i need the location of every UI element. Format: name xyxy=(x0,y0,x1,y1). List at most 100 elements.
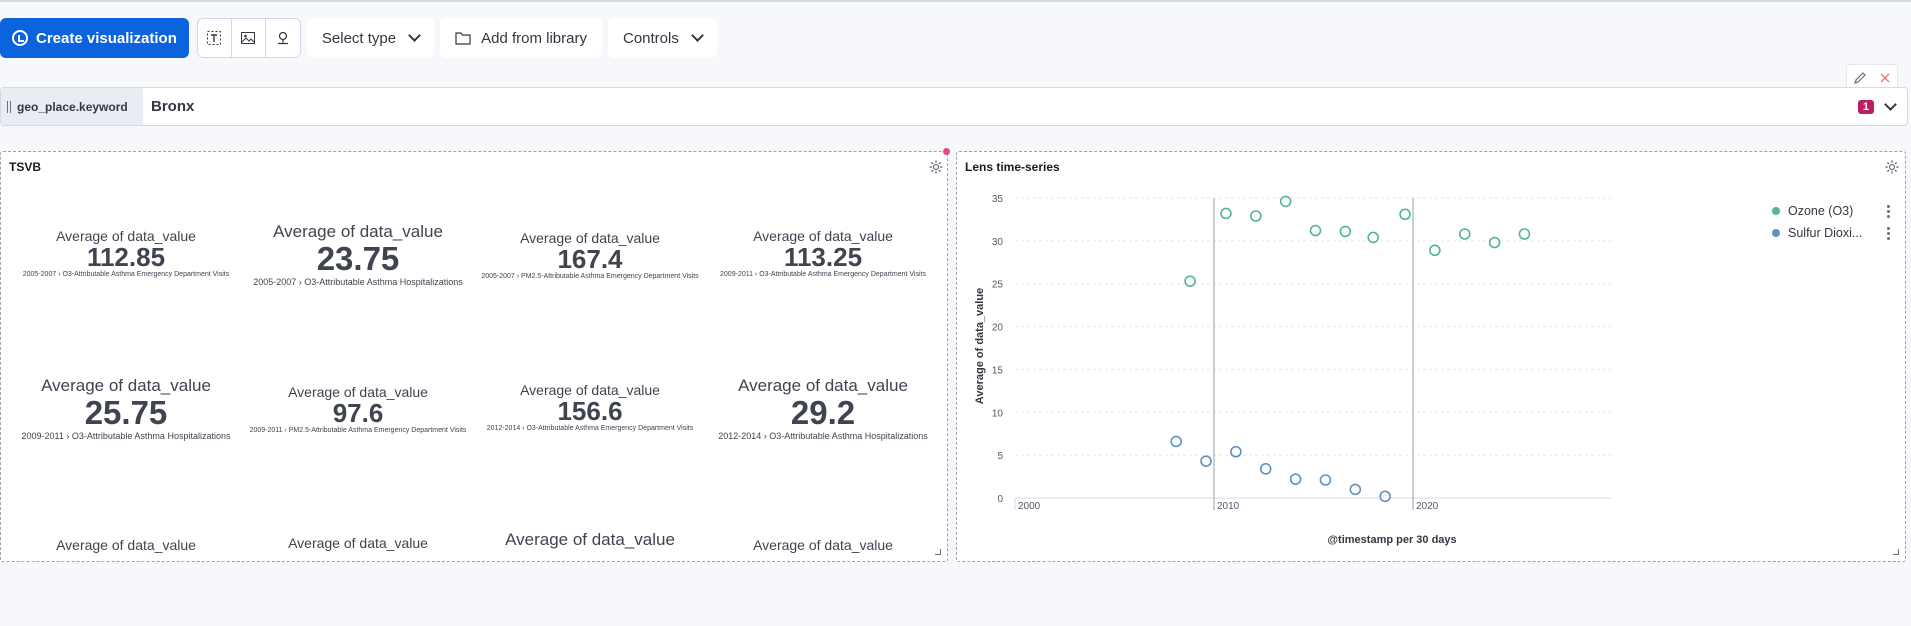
text-icon xyxy=(207,31,222,45)
metric-item: Average of data_value 113.25 2009-2011 ›… xyxy=(720,228,926,278)
legend-item-ozone[interactable]: Ozone (O3) xyxy=(1772,200,1890,222)
map-panel-button[interactable] xyxy=(266,19,300,57)
gear-icon xyxy=(929,160,943,174)
series-color-swatch xyxy=(1772,229,1780,237)
top-border xyxy=(0,0,1911,2)
metric-label: Average of data_value xyxy=(41,376,211,395)
controls-button[interactable]: Controls xyxy=(607,18,717,58)
tsvb-panel: TSVB Average of data_value 112.85 2005-2… xyxy=(0,151,948,562)
folder-icon xyxy=(455,32,471,45)
data-point xyxy=(1319,474,1332,486)
data-point xyxy=(1349,483,1362,496)
legend-actions-icon[interactable] xyxy=(1886,204,1890,218)
metric-item: Average of data_value 156.6 2012-2014 › … xyxy=(487,382,693,432)
metric-sublabel: 2005-2007 › O3-Attributable Asthma Hospi… xyxy=(253,276,463,287)
chevron-down-icon xyxy=(690,29,704,42)
metric-value: 113.25 xyxy=(783,242,863,272)
data-point xyxy=(1367,231,1380,244)
metric-item: Average of data_value 112.85 2005-2007 ›… xyxy=(23,228,229,278)
image-panel-button[interactable] xyxy=(232,19,266,57)
drag-handle-icon[interactable] xyxy=(7,100,11,113)
controls-label: Controls xyxy=(622,29,679,47)
data-point xyxy=(1429,244,1441,257)
metric-sublabel: 2005-2007 › PM2.5-Attributable Asthma Em… xyxy=(481,273,699,281)
metric-item: Average of data_value 29.2 2012-2014 › O… xyxy=(718,376,928,441)
metric-label: Average of data_value xyxy=(738,376,908,395)
control-field-label: geo_place.keyword xyxy=(1,88,143,125)
control-field-name: geo_place.keyword xyxy=(17,99,128,114)
series-color-swatch xyxy=(1772,207,1780,215)
selected-option-value[interactable]: Bronx xyxy=(151,98,194,115)
y-tick-label: 15 xyxy=(992,365,1004,376)
selection-count-badge: 1 xyxy=(1857,99,1874,114)
data-point xyxy=(1289,473,1302,485)
visualize-icon xyxy=(12,30,28,46)
legend-label: Sulfur Dioxi... xyxy=(1788,226,1863,240)
data-point xyxy=(1458,228,1471,240)
control-status: 1 xyxy=(1857,98,1897,114)
resize-handle[interactable] xyxy=(935,549,941,555)
data-point xyxy=(1249,210,1262,222)
y-axis-label: Average of data_value xyxy=(974,288,986,404)
data-point xyxy=(1379,490,1391,503)
metric-sublabel: 2009-2011 › O3-Attributable Asthma Emerg… xyxy=(720,271,926,279)
resize-handle[interactable] xyxy=(1893,549,1899,555)
x-tick-label: 2020 xyxy=(1416,501,1439,512)
data-point xyxy=(1220,207,1232,220)
metric-label: Average of data_value xyxy=(288,535,428,551)
select-type-button[interactable]: Select type xyxy=(306,18,435,58)
data-point xyxy=(1339,225,1352,238)
quick-add-group xyxy=(196,18,301,58)
y-tick-label: 30 xyxy=(992,237,1004,248)
y-tick-label: 35 xyxy=(992,194,1004,205)
data-point xyxy=(1170,435,1182,448)
create-visualization-label: Create visualization xyxy=(36,29,177,47)
metric-item: Average of data_value 167.4 2005-2007 › … xyxy=(481,230,698,280)
metric-sublabel: 2005-2007 › O3-Attributable Asthma Emerg… xyxy=(22,271,230,279)
text-panel-button[interactable] xyxy=(198,19,232,57)
metric-value: 112.85 xyxy=(86,242,166,272)
data-point xyxy=(1309,224,1322,237)
metric-sublabel: 2009-2011 › PM2.5-Attributable Asthma Em… xyxy=(249,427,467,435)
metric-item: Average of data_value 97.6 2009-2011 › P… xyxy=(250,384,467,434)
close-icon[interactable] xyxy=(1879,72,1891,84)
metric-item: Average of data_value xyxy=(56,537,196,553)
notification-dot xyxy=(943,148,950,155)
x-tick-label: 2000 xyxy=(1018,501,1041,512)
metric-value: 97.6 xyxy=(332,398,384,428)
add-from-library-button[interactable]: Add from library xyxy=(440,18,602,58)
x-tick-label: 2010 xyxy=(1217,501,1240,512)
legend-item-sulfur-dioxide[interactable]: Sulfur Dioxi... xyxy=(1772,222,1890,244)
panel-title: TSVB xyxy=(9,160,42,174)
metric-value: 23.75 xyxy=(316,240,400,277)
options-list-control[interactable]: geo_place.keyword Bronx 1 xyxy=(0,87,1908,126)
chart-legend: Ozone (O3) Sulfur Dioxi... xyxy=(1772,200,1890,244)
data-point xyxy=(1399,208,1411,221)
metric-item: Average of data_value xyxy=(505,530,675,550)
y-tick-label: 25 xyxy=(992,280,1004,291)
metric-value: 25.75 xyxy=(84,394,168,431)
metric-value: 29.2 xyxy=(790,394,856,431)
chevron-down-icon[interactable] xyxy=(1884,98,1897,111)
metric-sublabel: 2009-2011 › O3-Attributable Asthma Hospi… xyxy=(21,430,231,441)
panel-options-button[interactable] xyxy=(925,156,947,178)
create-visualization-button[interactable]: Create visualization xyxy=(0,18,189,58)
metric-label: Average of data_value xyxy=(273,222,443,241)
y-tick-label: 5 xyxy=(997,451,1003,462)
data-point xyxy=(1184,275,1196,287)
data-point xyxy=(1488,236,1501,249)
metric-value: 156.6 xyxy=(557,396,623,426)
image-icon xyxy=(241,32,256,44)
metric-item: Average of data_value 25.75 2009-2011 › … xyxy=(22,376,231,441)
map-pin-icon xyxy=(277,31,288,45)
legend-actions-icon[interactable] xyxy=(1886,226,1890,240)
select-type-label: Select type xyxy=(321,29,397,47)
data-point xyxy=(1259,463,1272,475)
edit-icon[interactable] xyxy=(1853,71,1867,85)
x-axis-label: @timestamp per 30 days xyxy=(1327,534,1456,546)
y-tick-label: 10 xyxy=(992,408,1004,419)
metric-label: Average of data_value xyxy=(753,537,893,553)
metric-label: Average of data_value xyxy=(56,537,196,553)
data-point xyxy=(1518,228,1531,240)
scatter-chart: 0 5 10 15 20 25 30 35 2000 2010 2020 Average of d… xyxy=(974,194,1612,546)
